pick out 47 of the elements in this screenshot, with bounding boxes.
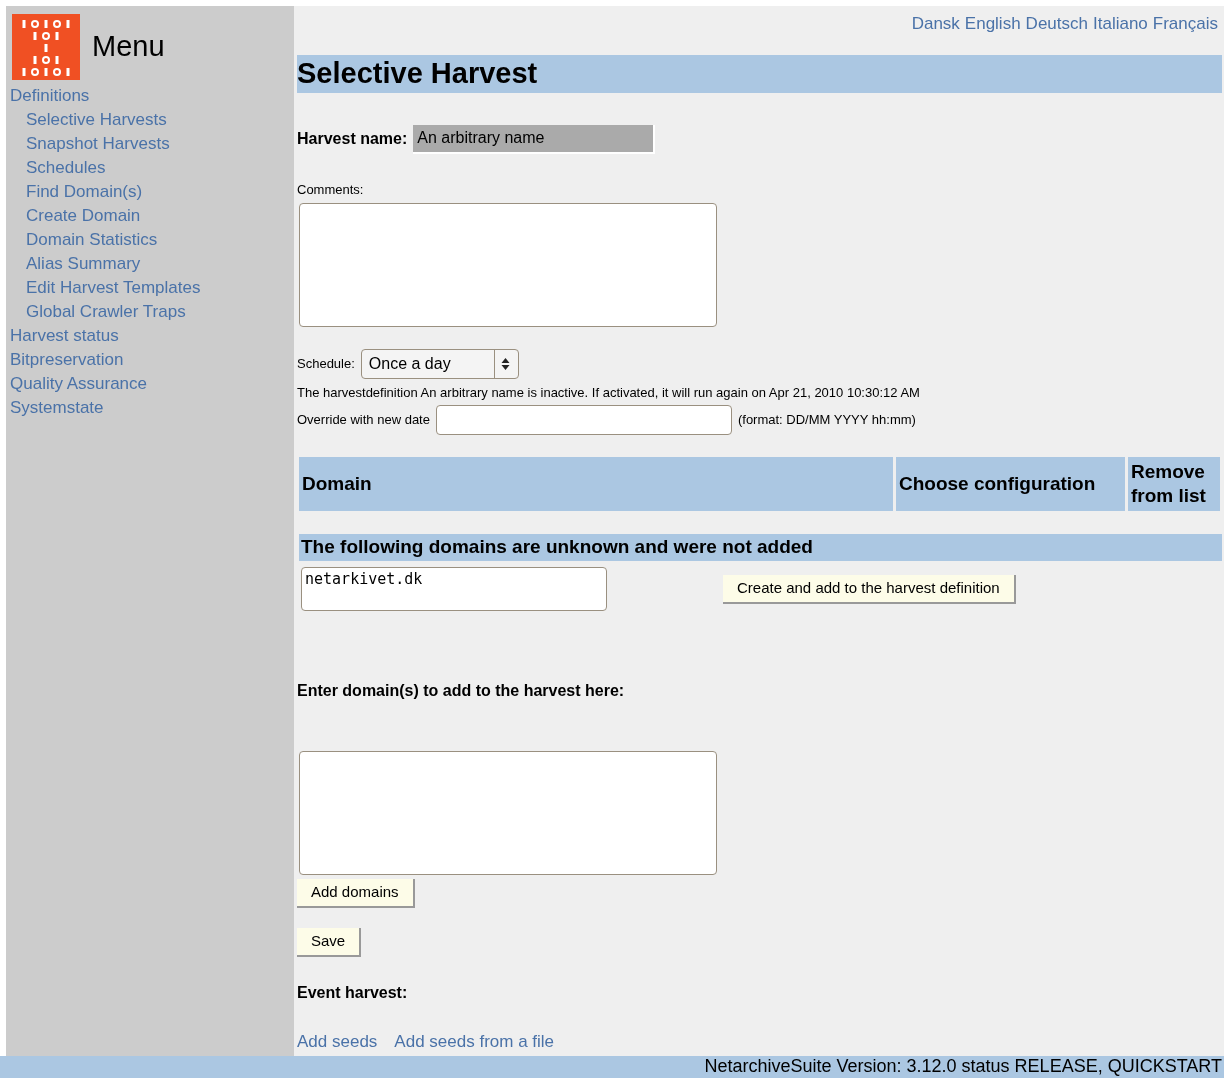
section-label: Event harvest: bbox=[297, 982, 409, 1003]
language-link[interactable]: Italiano bbox=[1093, 11, 1148, 37]
menu-link[interactable]: Definitions bbox=[10, 84, 90, 108]
column-header: Remove from list bbox=[1128, 456, 1220, 511]
section-label: Enter domain(s) to add to the harvest here: bbox=[297, 680, 626, 701]
name-field[interactable]: An arbitrary name bbox=[413, 124, 656, 154]
schedule-dropdown[interactable]: Once a day bbox=[360, 349, 519, 379]
add-domains-button[interactable]: Add domains bbox=[297, 878, 415, 908]
menu-link[interactable]: Harvest status bbox=[10, 324, 119, 348]
menu-link[interactable]: Bitpreservation bbox=[10, 348, 124, 372]
menu-link[interactable]: Domain Statistics bbox=[26, 228, 158, 252]
menu-title: Menu bbox=[92, 29, 165, 65]
create-button[interactable]: Create and add to the harvest definition bbox=[723, 574, 1016, 604]
version-text: NetarchiveSuite Version: 3.12.0 status RELEASE, QUICKSTART bbox=[704, 1056, 1222, 1077]
seed-link[interactable]: Add seeds bbox=[297, 1028, 378, 1054]
language-link[interactable]: Français bbox=[1152, 11, 1218, 37]
domains-field[interactable] bbox=[299, 750, 717, 875]
logo-icon bbox=[12, 14, 80, 80]
page-heading: Selective Harvest bbox=[297, 54, 1222, 93]
language-link[interactable]: English bbox=[964, 11, 1021, 37]
column-header: Choose configuration bbox=[896, 456, 1125, 511]
status-text: The harvestdefinition An arbitrary name is inactive. If activated, it will run again on Apr 21, 2010 10:30:12 AM bbox=[297, 384, 921, 402]
language-link[interactable]: Deutsch bbox=[1025, 11, 1088, 37]
menu-link[interactable]: Systemstate bbox=[10, 396, 104, 420]
field-label: Comments: bbox=[297, 180, 365, 199]
menu-link[interactable]: Schedules bbox=[26, 156, 106, 180]
menu-link[interactable]: Edit Harvest Templates bbox=[26, 276, 201, 300]
format-hint: (format: DD/MM YYYY hh:mm) bbox=[737, 410, 916, 429]
seed-link[interactable]: Add seeds from a file bbox=[394, 1028, 555, 1054]
domain-field[interactable]: netarkivet.dk bbox=[301, 566, 607, 611]
comments-field[interactable] bbox=[299, 203, 717, 327]
field-label: Override with new date bbox=[297, 410, 430, 429]
field-label: Schedule: bbox=[297, 355, 355, 374]
column-header: Domain bbox=[299, 456, 893, 511]
field-label: Harvest name: bbox=[297, 129, 408, 149]
menu-link[interactable]: Find Domain(s) bbox=[26, 180, 143, 204]
menu-link[interactable]: Quality Assurance bbox=[10, 372, 147, 396]
menu-link[interactable]: Create Domain bbox=[26, 204, 141, 228]
menu-link[interactable]: Snapshot Harvests bbox=[26, 132, 170, 156]
language-link[interactable]: Dansk bbox=[911, 11, 960, 37]
menu-link[interactable]: Alias Summary bbox=[26, 252, 141, 276]
date-field[interactable] bbox=[435, 404, 732, 435]
save-button[interactable]: Save bbox=[297, 927, 362, 957]
section-heading: The following domains are unknown and were not added bbox=[299, 533, 1222, 561]
menu-link[interactable]: Selective Harvests bbox=[26, 108, 167, 132]
menu-link[interactable]: Global Crawler Traps bbox=[26, 300, 186, 324]
dropdown-arrows-icon bbox=[500, 357, 510, 371]
